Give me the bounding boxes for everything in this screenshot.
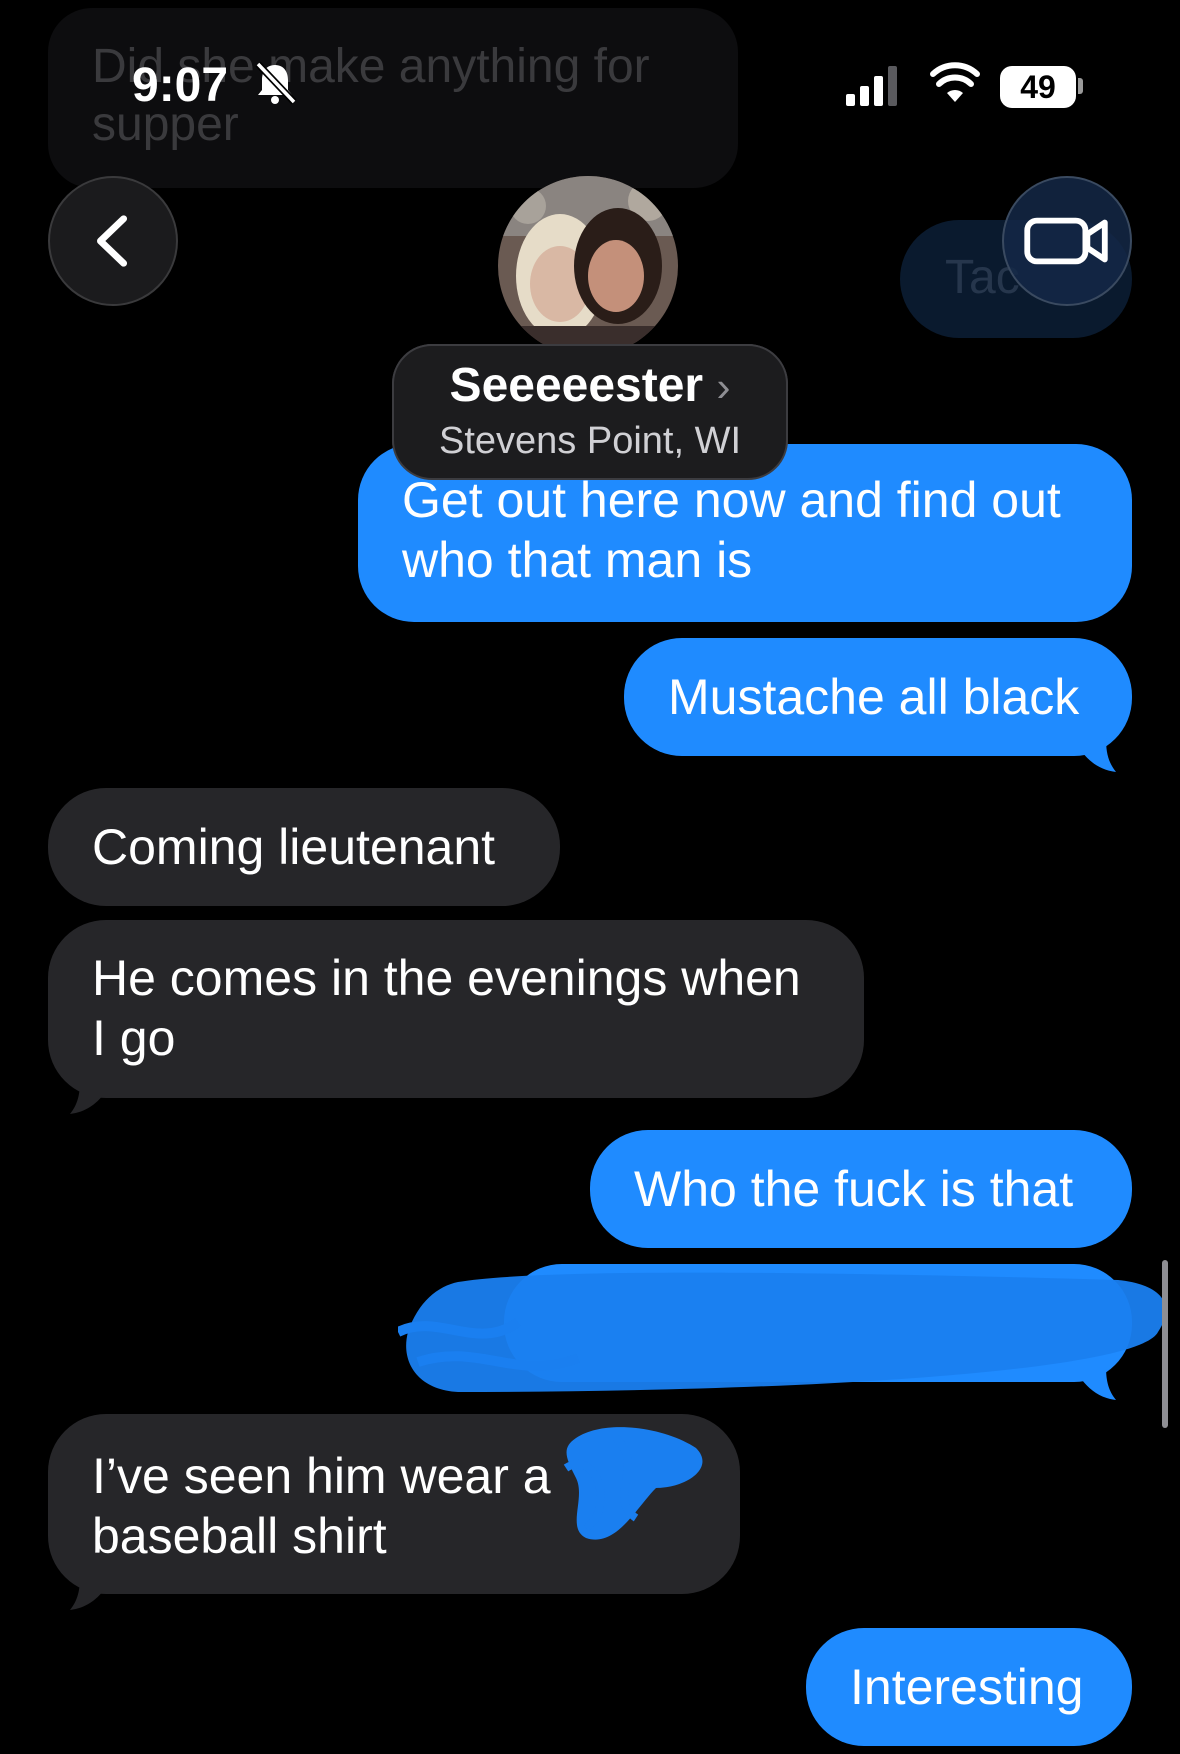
video-camera-icon bbox=[1024, 217, 1108, 265]
contact-location-overlay: Stevens Point, WI bbox=[438, 420, 741, 462]
battery-nub bbox=[1078, 78, 1083, 94]
bubble-tail bbox=[70, 1576, 104, 1610]
message-sent[interactable]: Mustache all black bbox=[624, 638, 1132, 756]
video-call-button[interactable] bbox=[1002, 176, 1132, 306]
message-received[interactable]: Coming lieutenant bbox=[48, 788, 560, 906]
redaction-scribble bbox=[398, 1272, 1166, 1392]
battery-icon: 49 bbox=[1000, 66, 1076, 108]
bubble-tail bbox=[70, 1080, 104, 1114]
contact-name-text: Seeeeester bbox=[449, 359, 704, 412]
back-button[interactable] bbox=[48, 176, 178, 306]
message-text: Mustache all black bbox=[668, 669, 1080, 725]
status-time: 9:07 bbox=[132, 59, 229, 112]
message-text: Who the fuck is that bbox=[634, 1161, 1074, 1217]
message-sent[interactable]: Interesting bbox=[806, 1628, 1132, 1746]
avatar[interactable] bbox=[498, 176, 678, 356]
message-text-line: I go bbox=[92, 1010, 176, 1066]
wifi-icon bbox=[930, 62, 980, 102]
bell-slash-icon bbox=[255, 61, 297, 105]
scrollbar[interactable] bbox=[1162, 1260, 1168, 1428]
avatar-photo bbox=[498, 176, 678, 356]
chevron-left-icon bbox=[97, 215, 128, 267]
redaction-scribble bbox=[563, 1427, 703, 1540]
contact-name-overlay: Seeeeester › bbox=[392, 358, 788, 413]
signal-icon bbox=[846, 66, 897, 106]
bubble-tail bbox=[1082, 738, 1116, 772]
message-text: Interesting bbox=[850, 1659, 1084, 1715]
message-text-line: who that man is bbox=[402, 532, 753, 588]
message-sent[interactable]: Who the fuck is that bbox=[590, 1130, 1132, 1248]
message-text: Coming lieutenant bbox=[92, 819, 496, 875]
bubble-tail bbox=[1082, 1366, 1116, 1400]
message-received[interactable]: He comes in the evenings when I go bbox=[48, 920, 864, 1098]
message-text-line: He comes in the evenings when bbox=[92, 950, 801, 1006]
chevron-right-icon: › bbox=[716, 363, 731, 410]
